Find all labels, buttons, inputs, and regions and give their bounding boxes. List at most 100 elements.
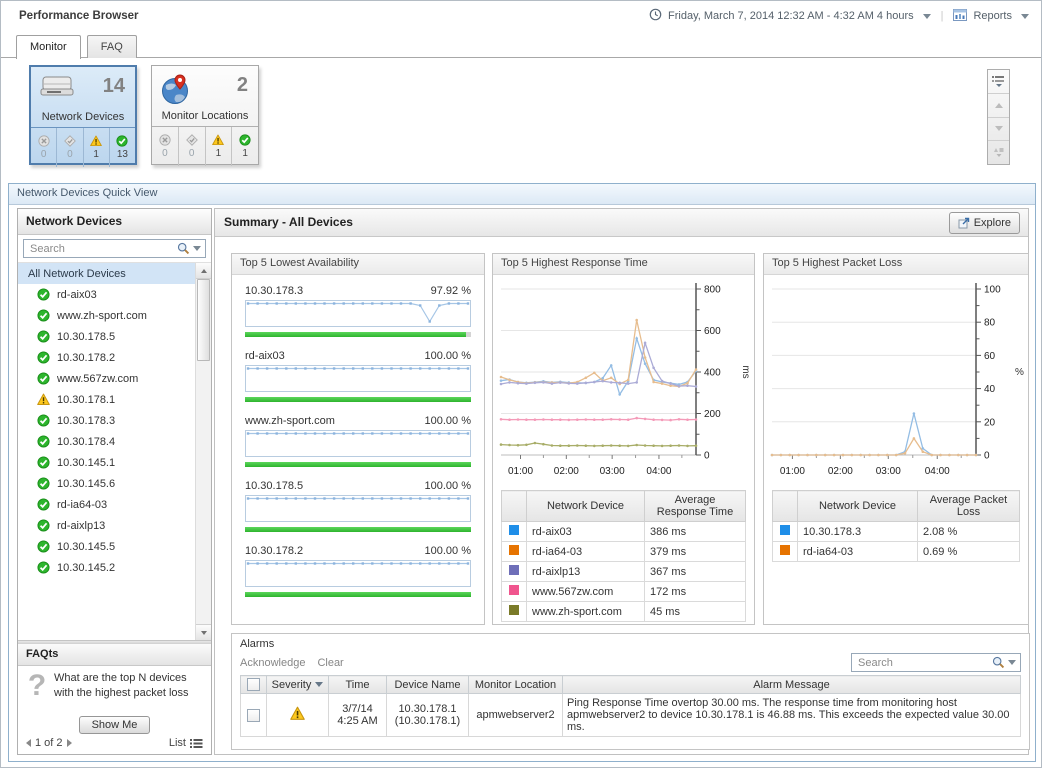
alarms-search-input[interactable]: [856, 656, 992, 670]
severity-column-header[interactable]: Severity: [267, 676, 329, 694]
next-page-icon[interactable]: [67, 739, 72, 747]
reports-menu[interactable]: Reports: [973, 10, 1012, 22]
table-row[interactable]: 10.30.178.32.08 %: [773, 522, 1020, 542]
svg-text:01:00: 01:00: [780, 466, 805, 477]
device-list-item[interactable]: 10.30.145.6: [18, 473, 195, 494]
svg-text:80: 80: [984, 318, 996, 329]
device-list-item[interactable]: 10.30.145.5: [18, 536, 195, 557]
value-cell: 379 ms: [645, 542, 746, 562]
packet-loss-panel-title: Top 5 Highest Packet Loss: [764, 254, 1028, 275]
alarm-checkbox[interactable]: [247, 709, 260, 722]
time-range-selector[interactable]: Friday, March 7, 2014 12:32 AM - 4:32 AM…: [668, 10, 914, 22]
availability-bar-track: [245, 332, 471, 337]
device-list-item[interactable]: 10.30.145.2: [18, 557, 195, 578]
search-icon[interactable]: [992, 656, 1005, 669]
device-name: 10.30.145.5: [57, 541, 115, 553]
normal-status-icon: [239, 134, 251, 146]
table-row[interactable]: rd-aix03386 ms: [502, 522, 746, 542]
time-range-caret-icon[interactable]: [923, 14, 931, 19]
device-list-item[interactable]: 10.30.145.1: [18, 452, 195, 473]
faq-list-button[interactable]: List: [169, 737, 186, 749]
previous-page-icon[interactable]: [26, 739, 31, 747]
value-cell: 386 ms: [645, 522, 746, 542]
list-icon[interactable]: [190, 738, 203, 749]
search-options-caret-icon[interactable]: [1008, 660, 1016, 665]
scroll-down-button[interactable]: [988, 118, 1009, 142]
normal-status-icon: [37, 309, 50, 322]
warning-status-icon: [37, 393, 50, 406]
status-count: 0: [41, 149, 47, 160]
device-list-item[interactable]: rd-aix03: [18, 284, 195, 305]
availability-bar: [245, 332, 466, 337]
device-list-scrollbar[interactable]: [195, 263, 211, 640]
alarm-message: Ping Response Time overtop 30.00 ms. The…: [563, 694, 1021, 737]
faq-pagination: 1 of 2: [35, 737, 63, 749]
tile-count: 2: [237, 74, 248, 97]
select-all-checkbox[interactable]: [247, 678, 260, 691]
response-time-chart: 0200400600800ms01:0002:0003:0004:00: [493, 275, 754, 484]
device-list-item[interactable]: rd-aixlp13: [18, 515, 195, 536]
tile-label: Network Devices: [31, 111, 135, 128]
device-list-item[interactable]: www.567zw.com: [18, 368, 195, 389]
device-list-item[interactable]: 10.30.178.4: [18, 431, 195, 452]
search-options-caret-icon[interactable]: [193, 246, 201, 251]
availability-sparkline: [245, 430, 471, 457]
fatal-status-icon: [38, 135, 50, 147]
series-color-swatch: [780, 525, 790, 535]
table-row[interactable]: rd-ia64-03379 ms: [502, 542, 746, 562]
show-me-button[interactable]: Show Me: [79, 716, 151, 734]
device-list-item[interactable]: 10.30.178.2: [18, 347, 195, 368]
value-cell: 0.69 %: [918, 542, 1020, 562]
up-arrow-icon: [201, 269, 207, 273]
faqts-title: FAQts: [18, 644, 211, 666]
sidebar-search-input[interactable]: [28, 242, 177, 256]
availability-bar: [245, 527, 471, 532]
up-arrow-icon: [995, 103, 1003, 108]
acknowledge-button[interactable]: Acknowledge: [240, 657, 305, 669]
select-all-header[interactable]: [241, 676, 267, 694]
availability-sparkline: [245, 300, 471, 327]
table-row[interactable]: rd-aixlp13367 ms: [502, 562, 746, 582]
alarm-row[interactable]: 3/7/14 4:25 AM10.30.178.1 (10.30.178.1)a…: [241, 694, 1021, 737]
device-list-item-all[interactable]: All Network Devices: [18, 263, 195, 284]
table-row[interactable]: rd-ia64-030.69 %: [773, 542, 1020, 562]
device-list-item[interactable]: 10.30.178.3: [18, 410, 195, 431]
device-list-item[interactable]: 10.30.178.1: [18, 389, 195, 410]
scroll-up-button[interactable]: [988, 94, 1009, 118]
svg-text:ms: ms: [740, 365, 751, 378]
scrollbar-down-button[interactable]: [196, 624, 211, 640]
search-icon[interactable]: [177, 242, 190, 255]
normal-status-icon: [37, 519, 50, 532]
tile-monitor-locations[interactable]: 2 Monitor Locations 0011: [151, 65, 259, 165]
status-count: 1: [93, 149, 99, 160]
faq-question: What are the top N devices with the high…: [54, 671, 205, 711]
reports-caret-icon[interactable]: [1021, 14, 1029, 19]
sidebar-title: Network Devices: [18, 209, 211, 235]
availability-rows: 10.30.178.397.92 %rd-aix03100.00 %www.zh…: [232, 275, 484, 597]
quick-view-panel: Network Devices Quick View Network Devic…: [8, 183, 1036, 762]
sort-tiles-button[interactable]: [988, 141, 1009, 164]
normal-status-icon: [37, 414, 50, 427]
table-row[interactable]: www.567zw.com172 ms: [502, 582, 746, 602]
device-list-item[interactable]: www.zh-sport.com: [18, 305, 195, 326]
device-list-item[interactable]: rd-ia64-03: [18, 494, 195, 515]
clear-button[interactable]: Clear: [317, 657, 343, 669]
explore-button[interactable]: Explore: [949, 212, 1020, 234]
table-row[interactable]: www.zh-sport.com45 ms: [502, 602, 746, 622]
alarm-device: 10.30.178.1 (10.30.178.1): [387, 694, 469, 737]
view-options-button[interactable]: [988, 70, 1009, 94]
device-list-item[interactable]: 10.30.178.5: [18, 326, 195, 347]
scrollbar-up-button[interactable]: [196, 263, 211, 279]
tab-monitor[interactable]: Monitor: [16, 35, 81, 59]
down-arrow-icon: [995, 126, 1003, 131]
packet-loss-panel: Top 5 Highest Packet Loss 020406080100%0…: [763, 253, 1029, 625]
tile-network-devices[interactable]: 14 Network Devices 00113: [29, 65, 137, 165]
tab-faq[interactable]: FAQ: [87, 35, 137, 58]
svg-text:800: 800: [704, 285, 721, 296]
column-header: Time: [329, 676, 387, 694]
header-separator: |: [941, 10, 944, 22]
svg-text:04:00: 04:00: [925, 466, 950, 477]
scrollbar-thumb[interactable]: [197, 279, 210, 361]
column-header: Device Name: [387, 676, 469, 694]
device-name: www.567zw.com: [57, 373, 138, 385]
